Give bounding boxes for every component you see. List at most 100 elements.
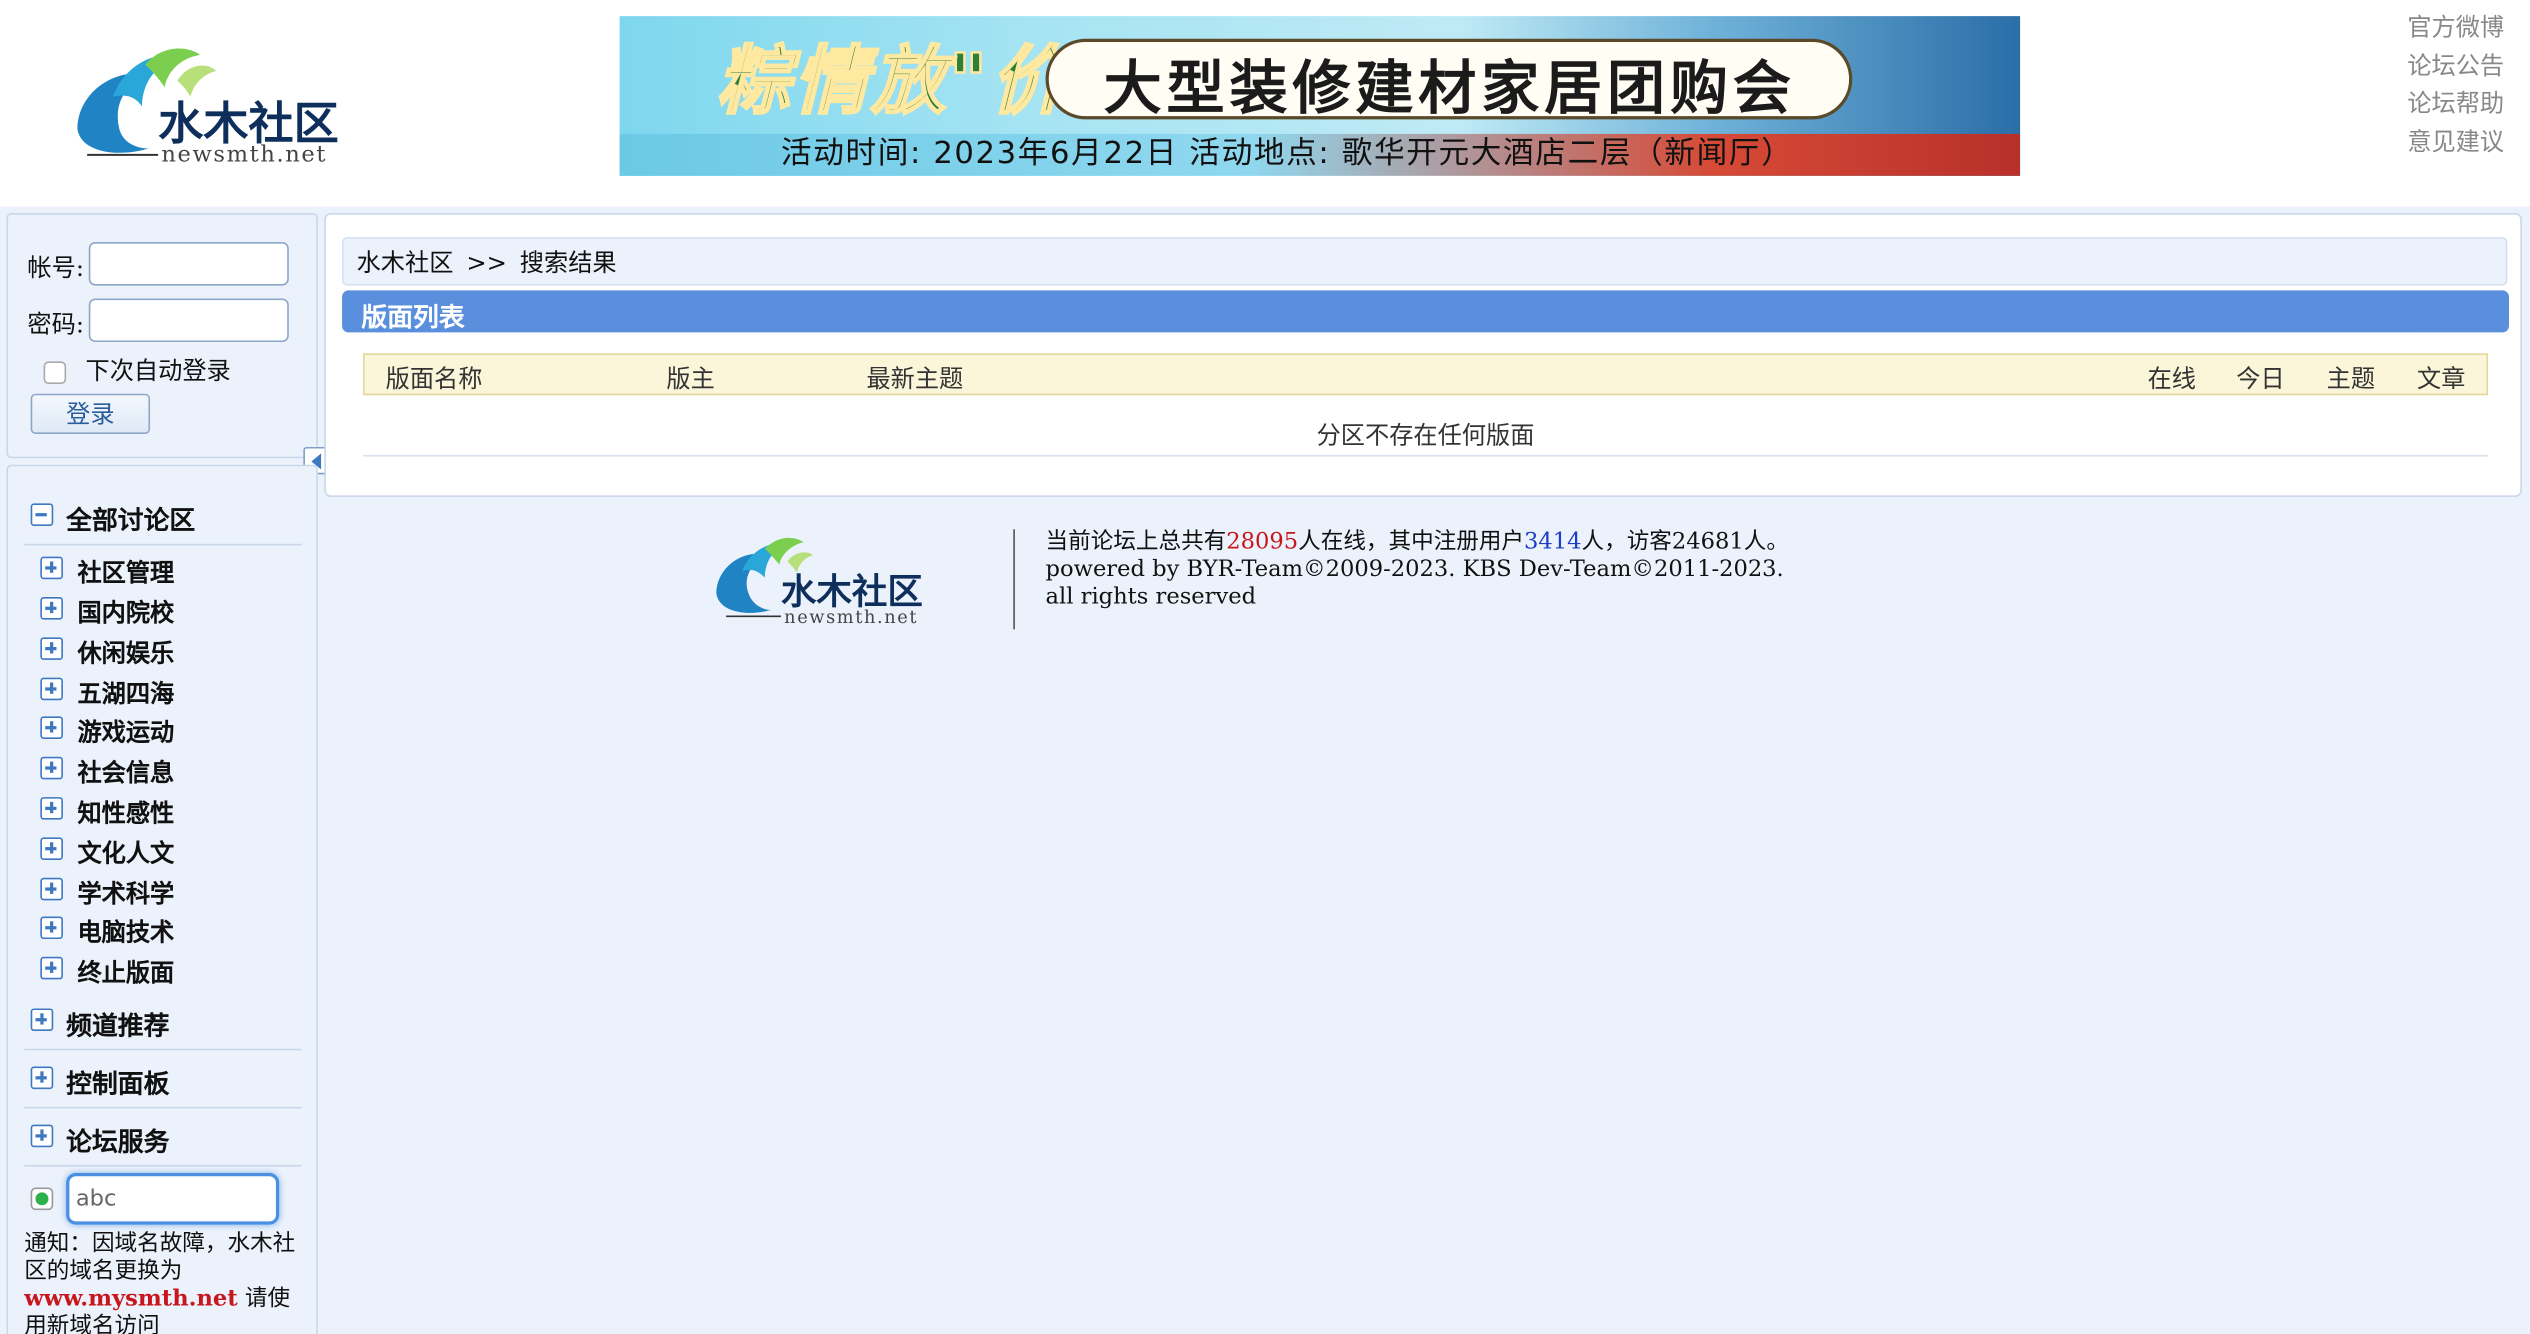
svg-text:newsmth.net: newsmth.net	[161, 141, 327, 167]
col-topics: 主题	[2326, 364, 2376, 394]
expand-plus-icon[interactable]	[40, 556, 63, 580]
top-link-weibo[interactable]: 官方微博	[2407, 10, 2504, 48]
expand-plus-icon[interactable]	[40, 877, 63, 901]
logo-wave-icon: 水木社区 newsmth.net	[716, 537, 923, 628]
expand-plus-icon[interactable]	[40, 837, 63, 860]
nav-item-label[interactable]: 社区管理	[77, 555, 174, 589]
expand-plus-icon[interactable]	[40, 596, 63, 620]
col-articles: 文章	[2417, 364, 2466, 394]
top-links: 官方微博 论坛公告 论坛帮助 意见建议	[2407, 10, 2504, 162]
footer-stats: 当前论坛上总共有28095人在线，其中注册用户3414人，访客24681人。	[1046, 529, 1789, 556]
password-input[interactable]	[88, 298, 289, 343]
nav-item[interactable]: 游戏运动	[40, 712, 298, 751]
board-search	[24, 1170, 308, 1228]
banner-ad[interactable]: 粽情放"价" 大型装修建材家居团购会 活动时间: 2023年6月22日 活动地点…	[619, 16, 2021, 176]
nav-item[interactable]: 学术科学	[40, 873, 298, 912]
section-channel[interactable]: 频道推荐	[24, 992, 302, 1051]
password-row: 密码:	[27, 298, 289, 343]
nav-item-label[interactable]: 休闲娱乐	[77, 636, 174, 670]
nav-item-label[interactable]: 知性感性	[77, 795, 174, 829]
nav-item-label[interactable]: 国内院校	[77, 595, 174, 629]
nav-item[interactable]: 文化人文	[40, 833, 298, 872]
stats-mid: 人在线，其中注册用户	[1298, 529, 1525, 556]
section-services-label: 论坛服务	[66, 1126, 170, 1157]
empty-message: 分区不存在任何版面	[363, 411, 2489, 457]
account-input[interactable]	[88, 242, 289, 286]
online-total: 28095	[1226, 529, 1299, 556]
svg-text:newsmth.net: newsmth.net	[784, 608, 918, 628]
nav-item-label[interactable]: 社会信息	[77, 755, 174, 789]
expand-plus-icon[interactable]	[40, 716, 63, 739]
section-services[interactable]: 论坛服务	[24, 1108, 302, 1167]
section-all[interactable]: 全部讨论区	[24, 487, 302, 546]
footer-logo: 水木社区 newsmth.net	[710, 529, 944, 629]
expand-plus-icon[interactable]	[40, 797, 63, 820]
expand-plus-icon[interactable]	[40, 916, 63, 940]
section-control-panel[interactable]: 控制面板	[24, 1050, 302, 1109]
breadcrumb-home[interactable]: 水木社区	[357, 248, 454, 277]
section-channel-label: 频道推荐	[66, 1010, 170, 1041]
expand-plus-icon[interactable]	[40, 756, 63, 780]
top-link-feedback[interactable]: 意见建议	[2407, 123, 2504, 161]
nav-item-label[interactable]: 游戏运动	[77, 715, 174, 749]
section-control-label: 控制面板	[66, 1068, 170, 1099]
nav-item-label[interactable]: 五湖四海	[77, 676, 174, 710]
col-board-name: 版面名称	[385, 364, 483, 394]
nav-item[interactable]: 社区管理	[40, 552, 298, 591]
sidebar-nav: 全部讨论区 社区管理 国内院校 休闲娱乐 五湖四海 游戏运动 社会信息 知性感性…	[6, 464, 318, 1334]
nav-item[interactable]: 终止版面	[40, 952, 298, 991]
domain-notice: 通知：因域名故障，水木社区的域名更换为www.mysmth.net 请使用新域名…	[24, 1231, 308, 1334]
stats-suffix: 人，访客24681人。	[1581, 529, 1789, 556]
svg-text:水木社区: 水木社区	[781, 571, 923, 612]
site-logo[interactable]: 水木社区 newsmth.net	[65, 32, 355, 177]
notice-domain-link[interactable]: www.mysmth.net	[24, 1286, 238, 1312]
nav-item[interactable]: 五湖四海	[40, 673, 298, 712]
nav-item[interactable]: 社会信息	[40, 752, 298, 791]
stats-prefix: 当前论坛上总共有	[1045, 529, 1227, 556]
main-content: 水木社区 >> 搜索结果 版面列表 版面名称 版主 最新主题 在线 今日 主题 文章…	[324, 212, 2522, 497]
nav-item-label[interactable]: 终止版面	[77, 955, 174, 989]
breadcrumb-current: 搜索结果	[519, 248, 617, 278]
expand-plus-icon[interactable]	[40, 677, 63, 701]
nav-item-label[interactable]: 电脑技术	[77, 915, 174, 949]
expand-plus-icon[interactable]	[30, 1008, 54, 1032]
collapse-minus-icon[interactable]	[30, 503, 54, 527]
board-table-header: 版面名称 版主 最新主题 在线 今日 主题 文章	[363, 353, 2489, 396]
nav-item[interactable]: 休闲娱乐	[40, 632, 298, 671]
nav-item[interactable]: 知性感性	[40, 792, 298, 831]
breadcrumb-separator: >>	[466, 248, 507, 278]
board-list-header: 版面列表	[342, 290, 2509, 333]
nav-item-label[interactable]: 文化人文	[77, 836, 174, 870]
logo-wave-icon: 水木社区 newsmth.net	[77, 48, 339, 167]
banner-script-title: 粽情放"价"	[715, 36, 1110, 126]
board-search-input[interactable]	[66, 1173, 280, 1225]
footer: 水木社区 newsmth.net 当前论坛上总共有28095人在线，其中注册用户…	[710, 529, 1807, 630]
top-link-help[interactable]: 论坛帮助	[2407, 86, 2504, 124]
expand-plus-icon[interactable]	[40, 956, 63, 980]
expand-plus-icon[interactable]	[30, 1066, 54, 1090]
expand-plus-icon[interactable]	[30, 1124, 54, 1148]
login-button[interactable]: 登录	[30, 393, 151, 435]
login-box: 帐号: 密码: 下次自动登录 登录	[6, 212, 318, 459]
top-link-announcement[interactable]: 论坛公告	[2407, 48, 2504, 86]
remember-checkbox[interactable]	[43, 361, 67, 385]
remember-label: 下次自动登录	[85, 356, 231, 386]
header: 水木社区 newsmth.net 粽情放"价" 大型装修建材家居团购会 活动时间…	[0, 0, 2530, 207]
nav-item-label[interactable]: 学术科学	[77, 876, 174, 910]
banner-title: 大型装修建材家居团购会	[1103, 54, 1796, 123]
footer-rights: all rights reserved	[1045, 584, 1257, 610]
expand-plus-icon[interactable]	[40, 637, 63, 660]
nav-item[interactable]: 国内院校	[40, 592, 298, 631]
account-row: 帐号:	[27, 242, 289, 286]
footer-powered: powered by BYR-Team©2009-2023. KBS Dev-T…	[1045, 556, 1784, 583]
page: 水木社区 newsmth.net 粽情放"价" 大型装修建材家居团购会 活动时间…	[0, 0, 2530, 1334]
section-all-label: 全部讨论区	[66, 505, 196, 536]
registered-users: 3414	[1524, 529, 1582, 556]
nav-item[interactable]: 电脑技术	[40, 912, 298, 951]
notice-prefix: 通知：因域名故障，水木社区的域名更换为	[24, 1231, 296, 1285]
search-scope-radio[interactable]	[30, 1187, 54, 1211]
footer-text: 当前论坛上总共有28095人在线，其中注册用户3414人，访客24681人。 p…	[1046, 529, 1789, 611]
breadcrumb: 水木社区 >> 搜索结果	[342, 237, 2508, 286]
footer-divider	[1013, 529, 1015, 630]
col-today: 今日	[2236, 364, 2285, 394]
